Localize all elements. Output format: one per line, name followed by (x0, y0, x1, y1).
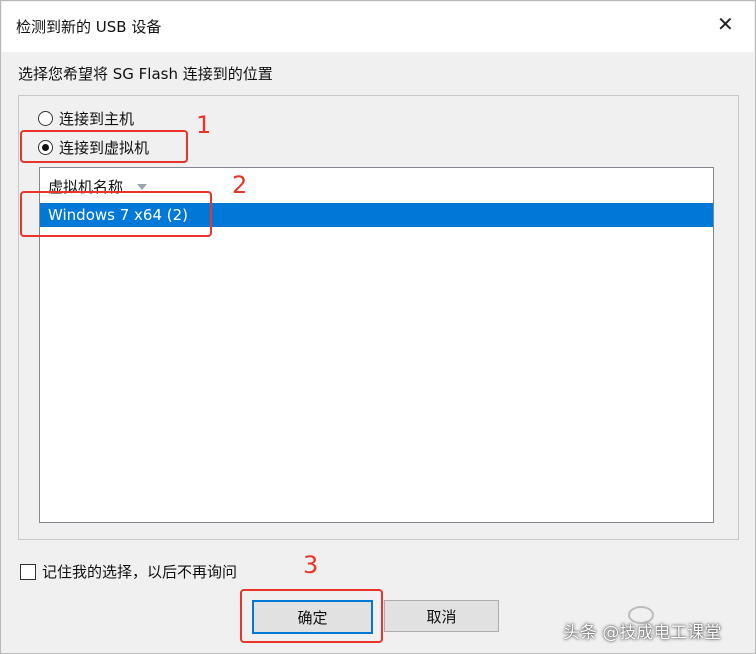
annotation-box-3 (240, 589, 383, 643)
remember-choice-checkbox[interactable]: 记住我的选择，以后不再询问 (20, 561, 237, 582)
annotation-number-2: 2 (232, 171, 248, 199)
title-bar: 检测到新的 USB 设备 ✕ (2, 2, 754, 52)
annotation-box-1 (20, 130, 188, 163)
radio-unchecked-icon[interactable] (38, 111, 53, 126)
sort-arrow-icon (137, 183, 148, 190)
radio-connect-host-label: 连接到主机 (59, 110, 135, 128)
radio-connect-host[interactable]: 连接到主机 (38, 108, 134, 129)
annotation-number-3: 3 (303, 551, 319, 579)
remember-choice-label: 记住我的选择，以后不再询问 (42, 563, 238, 581)
close-icon[interactable]: ✕ (717, 14, 734, 34)
annotation-box-2 (20, 191, 212, 237)
dialog-prompt: 选择您希望将 SG Flash 连接到的位置 (18, 65, 273, 83)
dialog-title: 检测到新的 USB 设备 (16, 18, 162, 36)
annotation-number-1: 1 (196, 111, 212, 139)
cancel-button[interactable]: 取消 (384, 600, 499, 632)
checkbox-icon[interactable] (20, 563, 36, 580)
watermark-text: 头条 @技成电工课堂 (563, 623, 722, 643)
